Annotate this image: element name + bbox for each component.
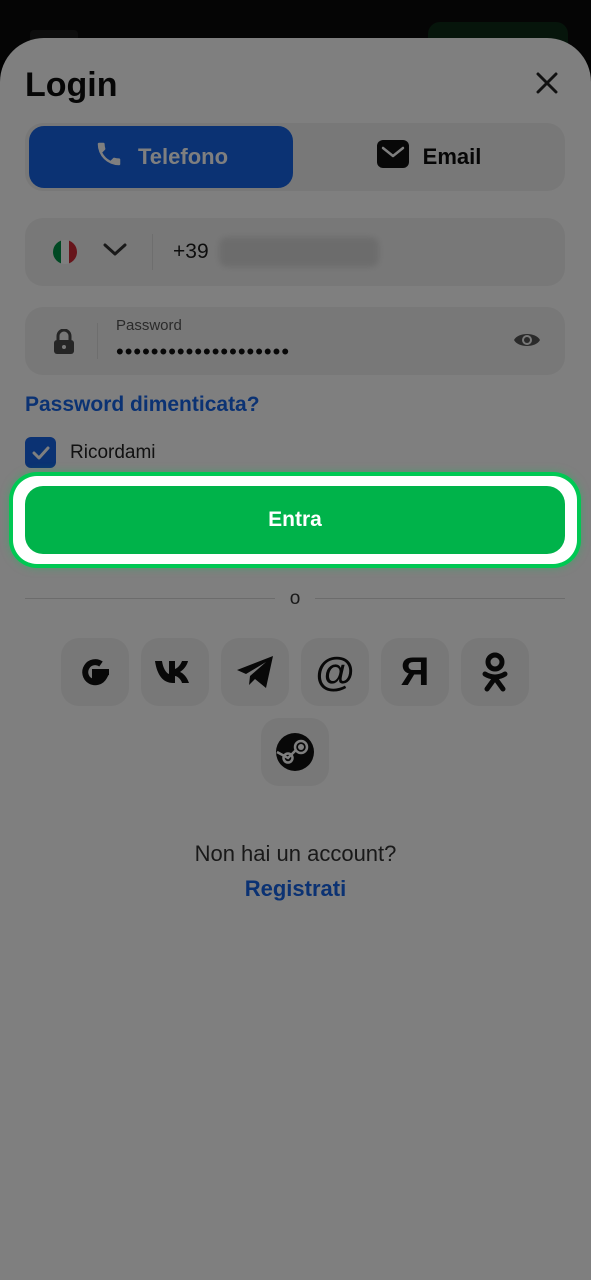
field-divider <box>97 323 98 359</box>
password-value[interactable]: •••••••••••••••••••• <box>116 339 290 365</box>
auth-tabs: Telefono Email <box>25 123 565 191</box>
lock-icon <box>53 328 75 360</box>
checkmark-icon <box>32 446 49 459</box>
phone-field[interactable]: +39 <box>25 218 565 286</box>
password-field[interactable]: Password •••••••••••••••••••• <box>25 307 565 375</box>
tab-email-label: Email <box>422 144 482 169</box>
eye-icon[interactable] <box>513 329 541 356</box>
or-divider: o <box>25 588 565 609</box>
tab-email[interactable]: Email <box>297 126 561 188</box>
telegram-login-button[interactable] <box>221 638 289 706</box>
steam-icon <box>276 733 314 771</box>
divider-line-right <box>315 598 565 599</box>
login-sheet: Login Telefono Email +39 Password ••••••… <box>0 38 591 1280</box>
odnoklassniki-icon <box>482 652 508 692</box>
password-label: Password <box>116 317 182 334</box>
highlight-ring: Entra <box>13 476 577 564</box>
chevron-down-icon[interactable] <box>103 242 127 263</box>
forgot-password-link[interactable]: Password dimenticata? <box>25 393 260 417</box>
remember-checkbox[interactable] <box>25 437 56 468</box>
phone-prefix: +39 <box>173 240 209 263</box>
register-link[interactable]: Registrati <box>0 876 591 902</box>
google-login-button[interactable] <box>61 638 129 706</box>
envelope-icon <box>376 140 409 174</box>
or-text: o <box>289 588 301 609</box>
field-divider <box>152 234 153 270</box>
tab-phone-label: Telefono <box>137 144 229 169</box>
mail-ru-login-button[interactable]: @ <box>301 638 369 706</box>
odnoklassniki-login-button[interactable] <box>461 638 529 706</box>
google-icon <box>82 659 110 686</box>
tab-phone[interactable]: Telefono <box>29 126 293 188</box>
yandex-icon: Я <box>400 650 430 694</box>
close-icon[interactable] <box>530 66 564 100</box>
vk-login-button[interactable] <box>141 638 209 706</box>
login-submit-button[interactable]: Entra <box>25 486 565 554</box>
no-account-text: Non hai un account? <box>194 841 397 866</box>
steam-login-button[interactable] <box>261 718 329 786</box>
mail-ru-icon: @ <box>315 650 355 694</box>
yandex-login-button[interactable]: Я <box>381 638 449 706</box>
phone-number-masked[interactable] <box>219 237 379 267</box>
dialog-title: Login <box>25 66 118 104</box>
phone-icon <box>94 139 124 175</box>
remember-me[interactable]: Ricordami <box>25 437 156 468</box>
telegram-icon <box>237 656 273 688</box>
it-flag-icon[interactable] <box>53 240 77 264</box>
remember-label: Ricordami <box>70 441 156 463</box>
vk-icon <box>155 661 189 683</box>
